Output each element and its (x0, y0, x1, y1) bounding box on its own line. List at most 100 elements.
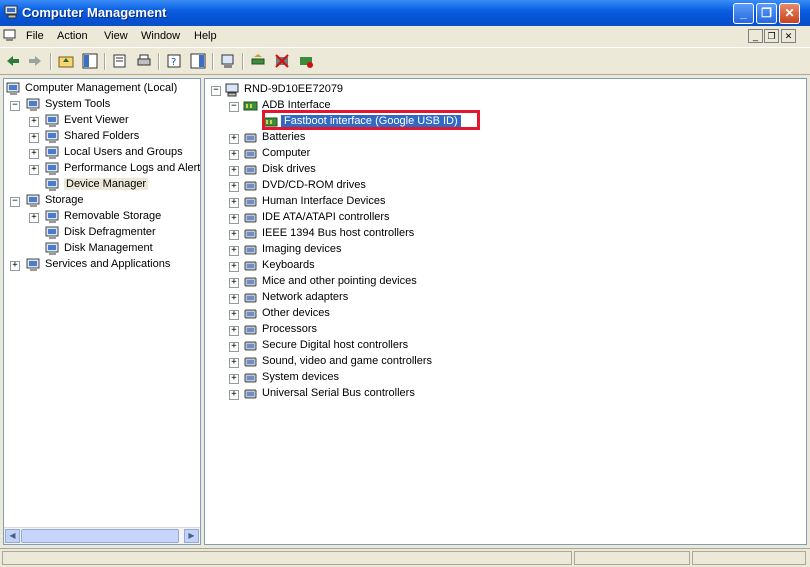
update-driver-icon[interactable] (250, 53, 266, 69)
expand-toggle[interactable]: + (29, 117, 39, 127)
dvd-drive-icon (244, 181, 257, 191)
help-icon[interactable]: ? (166, 53, 182, 69)
minimize-button[interactable]: _ (733, 3, 754, 24)
expand-toggle[interactable]: + (229, 326, 239, 336)
device-category-label: Universal Serial Bus controllers (262, 387, 415, 399)
disable-device-icon[interactable] (274, 53, 290, 69)
forward-arrow-icon[interactable] (27, 53, 43, 69)
tree-item-label: Services and Applications (45, 258, 171, 270)
expand-toggle[interactable]: + (229, 166, 239, 176)
expand-toggle[interactable]: + (229, 262, 239, 272)
console-tree-pane[interactable]: + Services and Applications Disk Managemen… (3, 78, 201, 545)
collapse-adb-toggle[interactable]: − (229, 102, 239, 112)
expand-toggle[interactable]: + (229, 182, 239, 192)
mdi-restore-button[interactable]: ❐ (764, 29, 779, 43)
expand-toggle[interactable]: + (229, 230, 239, 240)
removable-storage-icon (45, 210, 59, 223)
expand-toggle[interactable]: + (10, 261, 20, 271)
system-devices-icon (244, 373, 257, 383)
view-icon[interactable] (190, 53, 206, 69)
expand-toggle[interactable]: + (229, 214, 239, 224)
storage-icon (26, 194, 40, 207)
network-adapter-icon (244, 293, 257, 303)
scroll-thumb[interactable] (21, 529, 179, 543)
expand-toggle[interactable]: + (229, 374, 239, 384)
up-one-level-icon[interactable] (58, 53, 74, 69)
tree-item-label: Performance Logs and Alerts (64, 162, 201, 174)
device-category-label: Imaging devices (262, 243, 342, 255)
event-viewer-icon (45, 114, 59, 127)
menu-file[interactable]: File (26, 30, 44, 42)
expand-toggle[interactable]: + (229, 278, 239, 288)
scroll-right-arrow-icon[interactable]: ▶ (184, 529, 199, 543)
console-icon[interactable] (3, 29, 17, 42)
expand-toggle[interactable]: + (29, 165, 39, 175)
mdi-minimize-button[interactable]: _ (748, 29, 763, 43)
ieee1394-icon (244, 229, 257, 239)
expand-toggle[interactable]: + (29, 213, 39, 223)
highlight-box (262, 110, 480, 130)
status-segment-2 (574, 551, 690, 565)
status-segment-main (2, 551, 572, 565)
expand-toggle[interactable]: + (229, 294, 239, 304)
scroll-left-arrow-icon[interactable]: ◀ (5, 529, 20, 543)
computer-management-icon (6, 82, 20, 95)
expand-toggle[interactable]: + (229, 246, 239, 256)
shared-folders-icon (45, 130, 59, 143)
print-icon[interactable] (136, 53, 152, 69)
restore-button[interactable]: ❐ (756, 3, 777, 24)
mdi-close-button[interactable]: ✕ (781, 29, 796, 43)
disk-drive-icon (244, 165, 257, 175)
collapse-root-toggle[interactable]: − (211, 86, 221, 96)
expand-toggle[interactable]: + (229, 150, 239, 160)
computer-icon (244, 149, 257, 159)
performance-icon (45, 162, 59, 175)
expand-toggle[interactable]: + (229, 198, 239, 208)
status-segment-3 (692, 551, 806, 565)
expand-toggle[interactable]: + (29, 133, 39, 143)
tree-item-label: Disk Defragmenter (64, 226, 156, 238)
expand-toggle[interactable]: + (229, 358, 239, 368)
disk-management-icon (45, 242, 59, 255)
device-category-label: Computer (262, 147, 311, 159)
battery-icon (244, 133, 257, 143)
device-manager-icon (45, 178, 59, 191)
other-devices-icon (244, 309, 257, 319)
expand-toggle[interactable]: + (229, 390, 239, 400)
title-bar[interactable]: Computer Management _ ❐ ✕ (0, 0, 810, 26)
tree-item-label: System Tools (45, 98, 111, 110)
properties-icon[interactable] (112, 53, 128, 69)
scan-hardware-icon[interactable] (220, 53, 236, 69)
tree-item-label: Computer Management (Local) (25, 82, 178, 94)
menu-view[interactable]: View (104, 30, 128, 42)
processor-icon (244, 325, 257, 335)
usb-icon (244, 389, 257, 399)
device-category-label: Processors (262, 323, 318, 335)
expand-toggle[interactable]: − (10, 101, 20, 111)
device-category-label: IEEE 1394 Bus host controllers (262, 227, 415, 239)
show-hide-tree-icon[interactable] (82, 53, 98, 69)
expand-toggle[interactable]: + (229, 342, 239, 352)
tree-item-label: Event Viewer (64, 114, 129, 126)
adb-interface-icon (243, 101, 258, 111)
toolbar: ? (0, 47, 810, 75)
expand-toggle[interactable]: + (29, 149, 39, 159)
menu-help[interactable]: Help (194, 30, 217, 42)
expand-toggle[interactable]: − (10, 197, 20, 207)
device-category-label: Mice and other pointing devices (262, 275, 417, 287)
menu-action[interactable]: Action (57, 30, 88, 42)
tree-item-label: Local Users and Groups (64, 146, 183, 158)
users-icon (45, 146, 59, 159)
ide-controller-icon (244, 213, 257, 223)
defragmenter-icon (45, 226, 59, 239)
keyboard-icon (244, 261, 257, 271)
tree-item-label: Disk Management (64, 242, 153, 254)
expand-toggle[interactable]: + (229, 310, 239, 320)
menu-window[interactable]: Window (141, 30, 180, 42)
device-tree-pane[interactable]: − RND-9D10EE72079 − ADB Interface Fastbo… (204, 78, 807, 545)
close-button[interactable]: ✕ (779, 3, 800, 24)
uninstall-device-icon[interactable] (298, 53, 314, 69)
back-arrow-icon[interactable] (5, 53, 21, 69)
expand-toggle[interactable]: + (229, 134, 239, 144)
horizontal-scrollbar[interactable]: ◀ ▶ (4, 527, 200, 544)
